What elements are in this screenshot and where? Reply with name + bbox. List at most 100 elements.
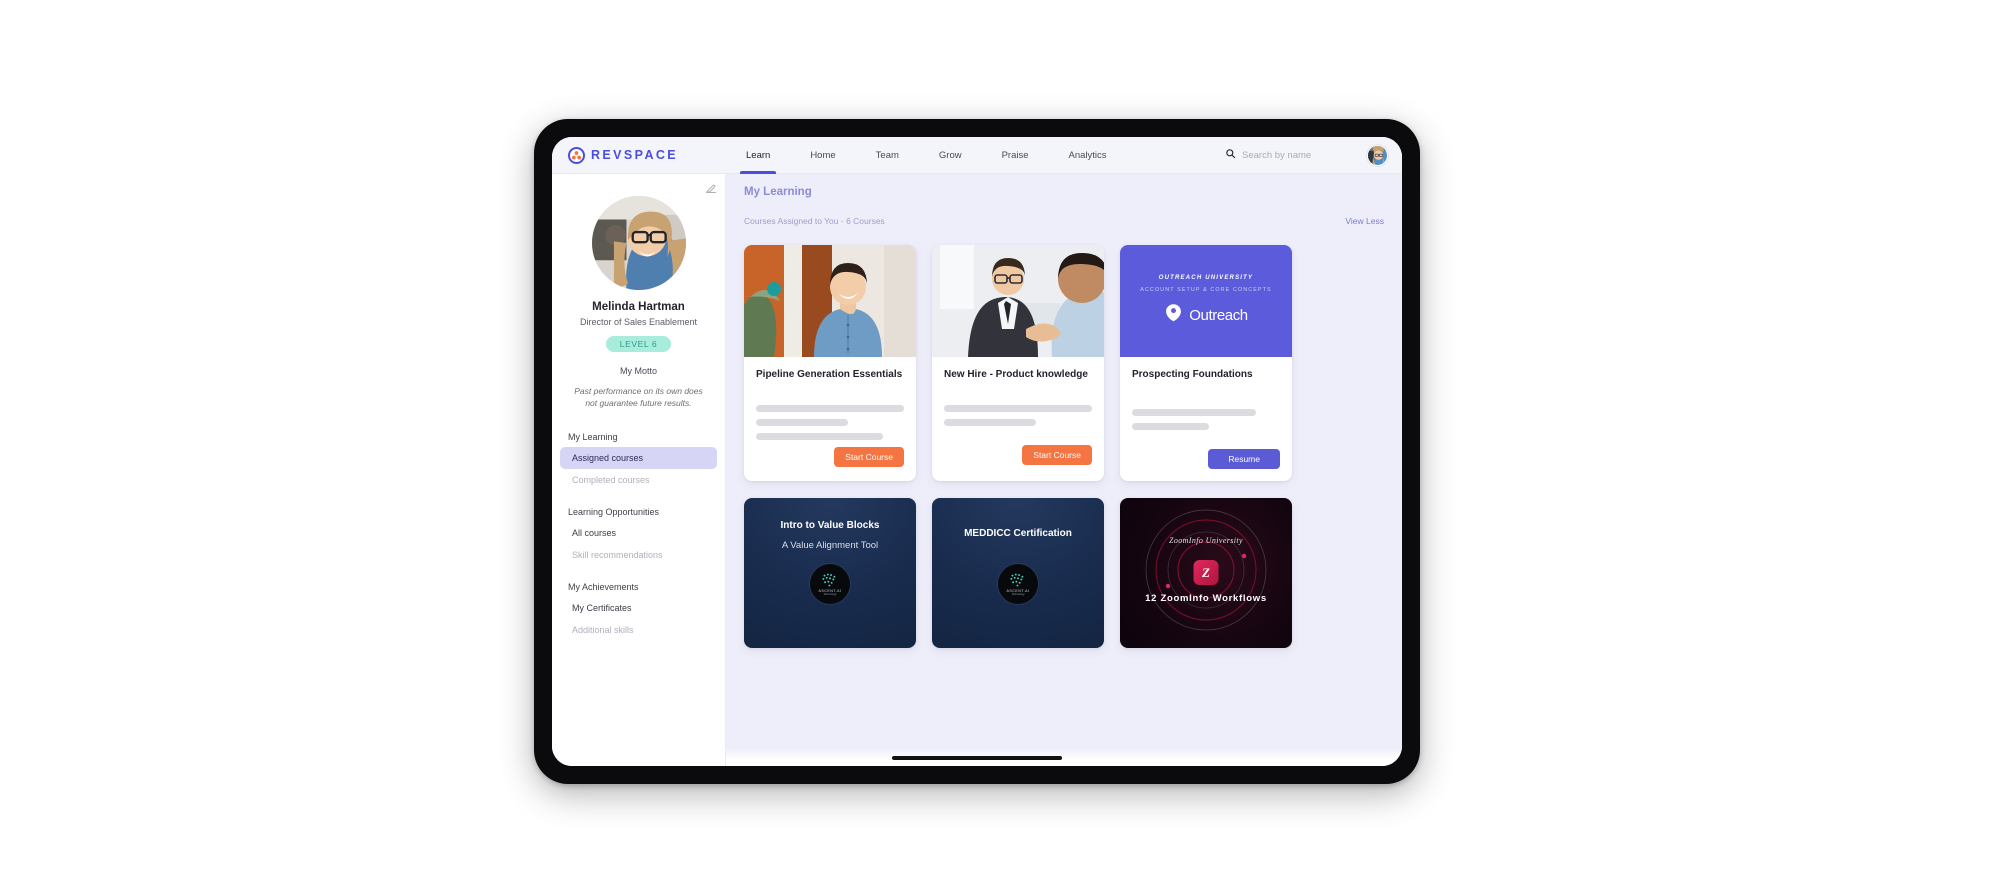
tab-praise[interactable]: Praise <box>982 137 1049 174</box>
sidebar-group-my-achievements: My Achievements My Certificates Addition… <box>560 582 717 641</box>
motto-text: Past performance on its own does not gua… <box>574 386 703 409</box>
course-title: 12 ZoomInfo Workflows <box>1145 593 1267 604</box>
course-card[interactable]: New Hire - Product knowledge Start Cours… <box>932 245 1104 481</box>
course-title: Intro to Value Blocks <box>780 520 880 531</box>
resume-button[interactable]: Resume <box>1208 449 1280 469</box>
course-count-label: Courses Assigned to You - 6 Courses <box>744 216 885 226</box>
badge-sub: Technology <box>1011 593 1025 596</box>
course-card-body: Prospecting Foundations Resume <box>1120 357 1292 481</box>
tab-learn-label: Learn <box>746 149 771 161</box>
device-screen: REVSPACE Learn Home Team Grow Praise Ana… <box>552 137 1402 766</box>
zoominfo-logo-icon: Z <box>1193 560 1219 585</box>
course-card[interactable]: Pipeline Generation Essentials Start Cou… <box>744 245 916 481</box>
course-card[interactable]: MEDDICC Certification ASCENT.AI Technolo… <box>932 498 1104 648</box>
app-body: Melinda Hartman Director of Sales Enable… <box>552 174 1402 766</box>
profile-avatar[interactable] <box>591 196 686 290</box>
skeleton-line <box>1132 409 1257 416</box>
search-input[interactable] <box>1242 149 1360 161</box>
sidebar-item-all-courses[interactable]: All courses <box>560 522 717 544</box>
skeleton-line <box>756 419 848 426</box>
revspace-app: REVSPACE Learn Home Team Grow Praise Ana… <box>552 137 1402 766</box>
start-course-button[interactable]: Start Course <box>1022 445 1092 465</box>
avatar[interactable] <box>1367 144 1388 166</box>
sidebar-item-additional-skills[interactable]: Additional skills <box>560 619 717 641</box>
sidebar-group-title: My Achievements <box>568 581 639 592</box>
tab-praise-label: Praise <box>1001 149 1029 161</box>
course-card[interactable]: OUTREACH UNIVERSITY ACCOUNT SETUP & CORE… <box>1120 245 1292 481</box>
view-less-link[interactable]: View Less <box>1345 216 1384 226</box>
tab-grow[interactable]: Grow <box>919 137 982 174</box>
course-title: Pipeline Generation Essentials <box>756 369 903 380</box>
page-title: My Learning <box>744 186 812 198</box>
sidebar-group-my-learning: My Learning Assigned courses Completed c… <box>560 432 717 491</box>
tab-home[interactable]: Home <box>790 137 855 174</box>
tab-learn[interactable]: Learn <box>726 137 790 174</box>
skeleton-line <box>756 433 884 440</box>
sidebar-nav: My Learning Assigned courses Completed c… <box>552 432 725 641</box>
cta-row: Start Course <box>944 445 1092 465</box>
ascent-ai-badge-icon: ASCENT.AI Technology <box>998 564 1038 604</box>
level-badge-wrap: LEVEL 6 <box>552 336 725 352</box>
tab-analytics[interactable]: Analytics <box>1049 137 1127 174</box>
course-description-placeholder <box>944 405 1092 426</box>
course-subtitle: A Value Alignment Tool <box>781 540 879 551</box>
status-badge: LEVEL 6 <box>605 336 672 352</box>
course-card-row-1: Pipeline Generation Essentials Start Cou… <box>744 245 1384 481</box>
course-description-placeholder <box>1132 409 1280 430</box>
tablet-device-frame: REVSPACE Learn Home Team Grow Praise Ana… <box>534 119 1420 784</box>
search-icon <box>1225 146 1236 164</box>
search-box[interactable] <box>1225 146 1360 164</box>
ascent-ai-badge-icon: ASCENT.AI Technology <box>810 564 850 604</box>
tab-team[interactable]: Team <box>856 137 919 174</box>
home-indicator[interactable] <box>892 755 1062 760</box>
course-thumbnail-outreach-brand-tile: OUTREACH UNIVERSITY ACCOUNT SETUP & CORE… <box>1120 245 1292 357</box>
course-thumbnail-photo-man-blue-shirt <box>744 245 916 357</box>
sidebar-item-skill-recommendations[interactable]: Skill recommendations <box>560 544 717 566</box>
sidebar-group-title: Learning Opportunities <box>568 506 660 517</box>
outreach-logo-icon <box>1164 303 1183 327</box>
main-nav-tabs: Learn Home Team Grow Praise Analytics <box>726 137 1127 174</box>
skeleton-line <box>1132 423 1209 430</box>
profile-name: Melinda Hartman <box>592 301 685 313</box>
course-card[interactable]: Intro to Value Blocks A Value Alignment … <box>744 498 916 648</box>
motto-label: My Motto <box>619 366 657 376</box>
brand-logo-area[interactable]: REVSPACE <box>552 146 726 164</box>
course-title: Prospecting Foundations <box>1132 369 1253 380</box>
course-title: MEDDICC Certification <box>964 528 1072 539</box>
cta-row: Start Course <box>756 447 904 467</box>
main-inner: My Learning Courses Assigned to You - 6 … <box>726 174 1402 766</box>
thumb-subline: ACCOUNT SETUP & CORE CONCEPTS <box>1140 287 1272 293</box>
skeleton-line <box>944 419 1036 426</box>
profile-sidebar: Melinda Hartman Director of Sales Enable… <box>552 174 726 766</box>
edit-pencil-icon[interactable] <box>705 181 717 193</box>
profile-role: Director of Sales Enablement <box>579 317 698 327</box>
tab-grow-label: Grow <box>938 149 962 161</box>
sidebar-item-my-certificates[interactable]: My Certificates <box>560 597 717 619</box>
subhead-row: Courses Assigned to You - 6 Courses View… <box>744 216 1384 226</box>
skeleton-line <box>944 405 1092 412</box>
course-card-body: Pipeline Generation Essentials Start Cou… <box>744 357 916 479</box>
sidebar-item-completed-courses[interactable]: Completed courses <box>560 469 717 491</box>
outreach-wordmark-text: Outreach <box>1189 306 1248 324</box>
brand-name: REVSPACE <box>591 148 679 162</box>
start-course-button[interactable]: Start Course <box>834 447 904 467</box>
course-card[interactable]: ZoomInfo University Z 12 ZoomInfo Workfl… <box>1120 498 1292 648</box>
tab-home-label: Home <box>810 149 836 161</box>
zoominfo-university-label: ZoomInfo University <box>1168 536 1244 545</box>
course-description-placeholder <box>756 405 904 440</box>
sidebar-group-learning-opportunities: Learning Opportunities All courses Skill… <box>560 507 717 566</box>
sidebar-item-assigned-courses[interactable]: Assigned courses <box>560 446 717 469</box>
course-card-row-2: Intro to Value Blocks A Value Alignment … <box>744 498 1384 648</box>
thumb-eyebrow: OUTREACH UNIVERSITY <box>1158 275 1254 281</box>
sidebar-group-title: My Learning <box>568 431 618 442</box>
top-navigation-bar: REVSPACE Learn Home Team Grow Praise Ana… <box>552 137 1402 174</box>
course-thumbnail-photo-handshake-suit <box>932 245 1104 357</box>
course-title: New Hire - Product knowledge <box>944 369 1088 380</box>
badge-sub: Technology <box>823 593 837 596</box>
course-card-body: New Hire - Product knowledge Start Cours… <box>932 357 1104 477</box>
skeleton-line <box>756 405 904 412</box>
tab-analytics-label: Analytics <box>1068 149 1107 161</box>
cta-row: Resume <box>1132 449 1280 469</box>
revspace-logo-icon <box>568 146 585 164</box>
outreach-wordmark: Outreach <box>1164 303 1248 327</box>
